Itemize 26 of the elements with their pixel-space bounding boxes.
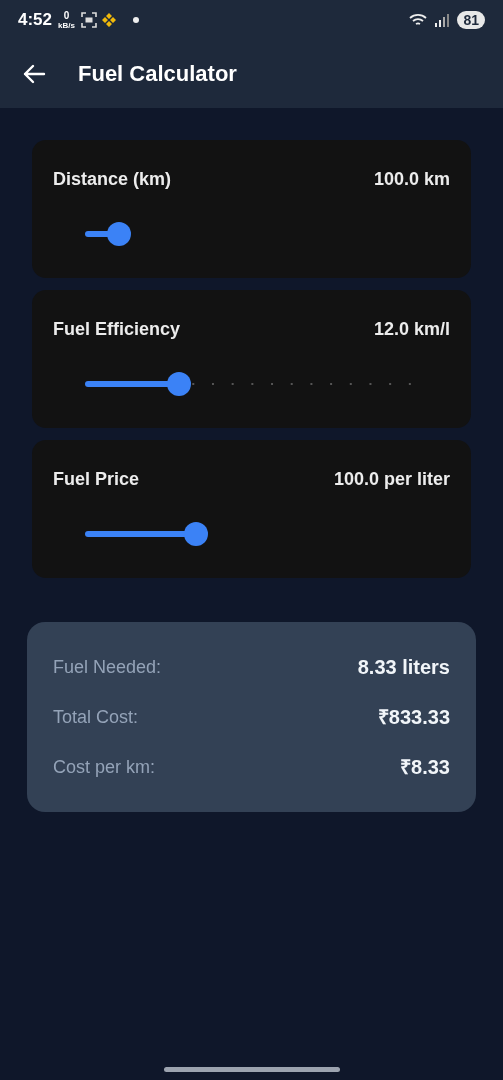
slider-thumb[interactable]	[166, 372, 191, 396]
battery-level: 81	[457, 11, 485, 29]
field-label: Distance (km)	[53, 168, 172, 191]
signal-icon	[435, 13, 450, 27]
slider-thumb[interactable]	[106, 222, 131, 246]
result-label: Cost per km:	[53, 755, 156, 779]
result-label: Fuel Needed:	[53, 655, 162, 679]
screenshot-icon	[80, 12, 97, 28]
diamond-icon	[100, 12, 117, 28]
clock: 4:52	[18, 9, 53, 32]
result-label: Total Cost:	[53, 705, 139, 729]
result-value: ₹8.33	[400, 755, 450, 780]
result-value: 8.33 liters	[357, 655, 450, 680]
result-value: ₹833.33	[377, 705, 450, 730]
slider-thumb[interactable]	[183, 522, 208, 546]
network-speed-unit: kB/s	[58, 21, 75, 30]
field-value: 12.0 km/l	[373, 318, 450, 341]
wifi-icon	[409, 13, 428, 27]
network-speed-value: 0	[63, 10, 70, 21]
field-value: 100.0 km	[373, 168, 450, 191]
back-arrow-icon[interactable]	[22, 64, 46, 84]
field-label: Fuel Price	[53, 468, 140, 491]
screen-title: Fuel Calculator	[78, 60, 237, 88]
field-label: Fuel Efficiency	[53, 318, 181, 341]
notification-dot-icon	[132, 17, 139, 23]
field-value: 100.0 per liter	[333, 468, 450, 491]
